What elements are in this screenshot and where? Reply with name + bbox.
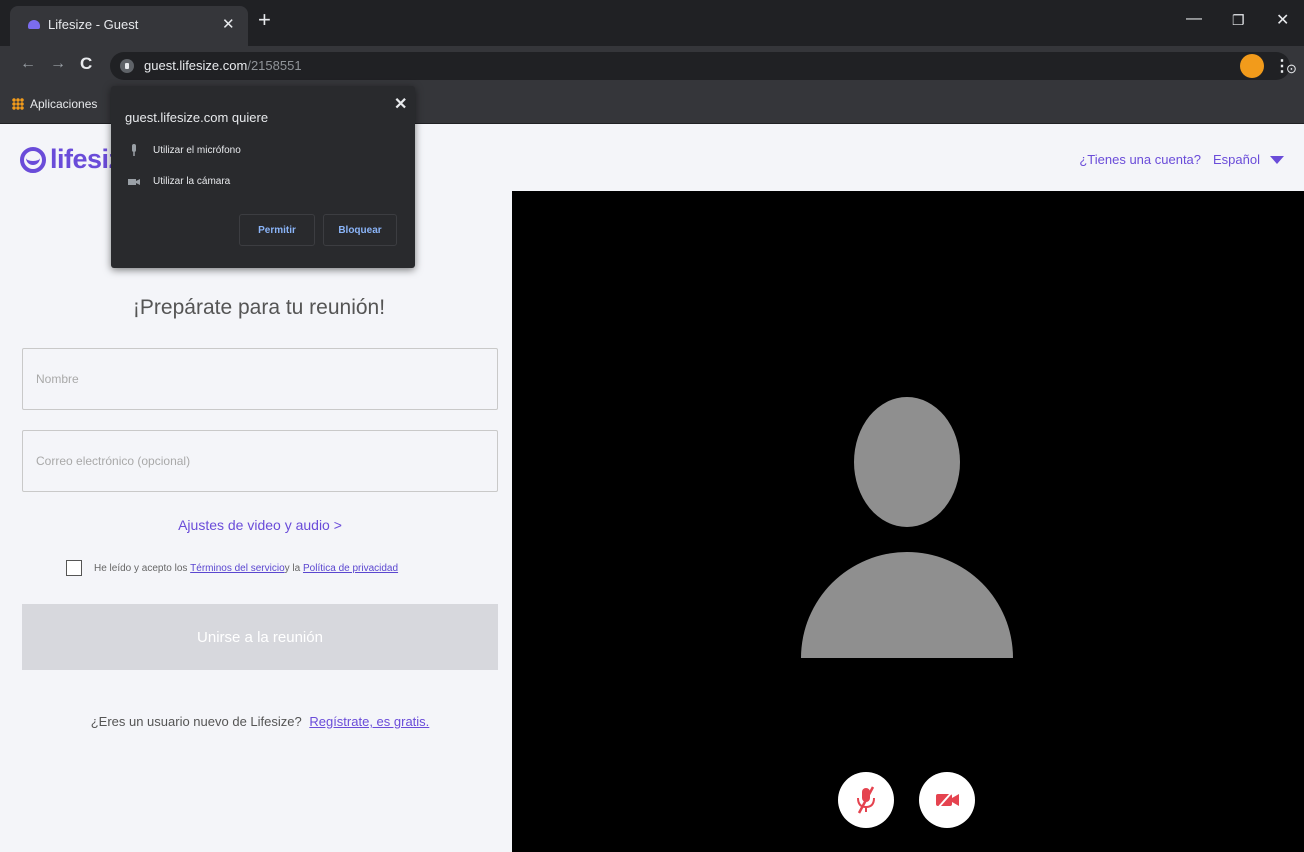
lifesize-logo-icon — [20, 146, 46, 173]
browser-toolbar: ← → C guest.lifesize.com/2158551 ⊙ ☆ ⋮ — [0, 46, 1304, 86]
mic-muted-icon — [857, 786, 875, 814]
permission-mic-row: Utilizar el micrófono — [127, 144, 241, 156]
block-button[interactable]: Bloquear — [323, 214, 397, 246]
minimize-icon[interactable]: — — [1186, 10, 1202, 28]
url-text: guest.lifesize.com/2158551 — [144, 58, 302, 73]
permission-title: guest.lifesize.com quiere — [125, 110, 269, 125]
permission-camera-row: Utilizar la cámara — [127, 176, 230, 187]
name-input[interactable] — [22, 348, 498, 410]
microphone-icon — [127, 144, 141, 156]
signup-link[interactable]: Regístrate, es gratis. — [309, 714, 429, 729]
address-bar[interactable]: guest.lifesize.com/2158551 ⊙ ☆ — [110, 52, 1297, 80]
terms-of-service-link[interactable]: Términos del servicio — [190, 563, 284, 574]
terms-text: He leído y acepto los — [94, 562, 188, 574]
new-tab-icon[interactable]: + — [258, 9, 271, 31]
terms-checkbox[interactable] — [66, 560, 82, 576]
permission-prompt: guest.lifesize.com quiere ✕ Utilizar el … — [111, 86, 415, 268]
language-selector[interactable]: Español — [1213, 152, 1260, 167]
terms-middle-text: y la — [284, 562, 301, 574]
window-close-icon[interactable]: ✕ — [1276, 10, 1289, 30]
reload-icon[interactable]: C — [80, 54, 92, 74]
terms-row: He leído y acepto los Términos del servi… — [66, 560, 398, 576]
av-settings-link[interactable]: Ajustes de video y audio > — [22, 517, 498, 533]
browser-tab[interactable]: Lifesize - Guest ✕ — [10, 6, 248, 46]
lock-icon[interactable] — [120, 59, 134, 73]
forward-arrow-icon[interactable]: → — [50, 55, 66, 73]
camera-label: Utilizar la cámara — [153, 176, 231, 187]
account-link[interactable]: ¿Tienes una cuenta? — [1079, 152, 1201, 167]
signup-text: ¿Eres un usuario nuevo de Lifesize? — [90, 714, 302, 729]
camera-off-icon — [936, 790, 959, 810]
signup-row: ¿Eres un usuario nuevo de Lifesize? Regí… — [22, 714, 498, 729]
privacy-policy-link[interactable]: Política de privacidad — [303, 563, 398, 574]
avatar-body — [801, 552, 1013, 658]
lifesize-favicon-icon — [28, 20, 40, 29]
join-meeting-button[interactable]: Unirse a la reunión — [22, 604, 498, 670]
kebab-menu-icon[interactable]: ⋮ — [1274, 56, 1290, 76]
avatar-head — [854, 397, 960, 527]
profile-avatar[interactable] — [1240, 54, 1264, 78]
apps-grid-icon[interactable] — [12, 98, 24, 110]
camera-toggle-button[interactable] — [919, 772, 975, 828]
email-input[interactable] — [22, 430, 498, 492]
back-arrow-icon[interactable]: ← — [20, 55, 36, 73]
tab-close-icon[interactable]: ✕ — [222, 15, 235, 33]
tab-title: Lifesize - Guest — [48, 17, 139, 32]
allow-button[interactable]: Permitir — [239, 214, 315, 246]
camera-icon — [127, 178, 141, 186]
video-preview — [512, 191, 1304, 852]
popup-close-icon[interactable]: ✕ — [394, 94, 407, 114]
chevron-down-icon[interactable] — [1270, 155, 1284, 164]
bookmark-apps[interactable]: Aplicaciones — [30, 97, 97, 111]
microphone-label: Utilizar el micrófono — [153, 144, 241, 156]
restore-icon[interactable]: ❐ — [1232, 12, 1245, 29]
mic-toggle-button[interactable] — [838, 772, 894, 828]
header-actions: ¿Tienes una cuenta? Español — [1079, 152, 1284, 167]
page-title: ¡Prepárate para tu reunión! — [132, 296, 386, 319]
browser-tab-strip: Lifesize - Guest ✕ + — ❐ ✕ — [0, 0, 1304, 46]
